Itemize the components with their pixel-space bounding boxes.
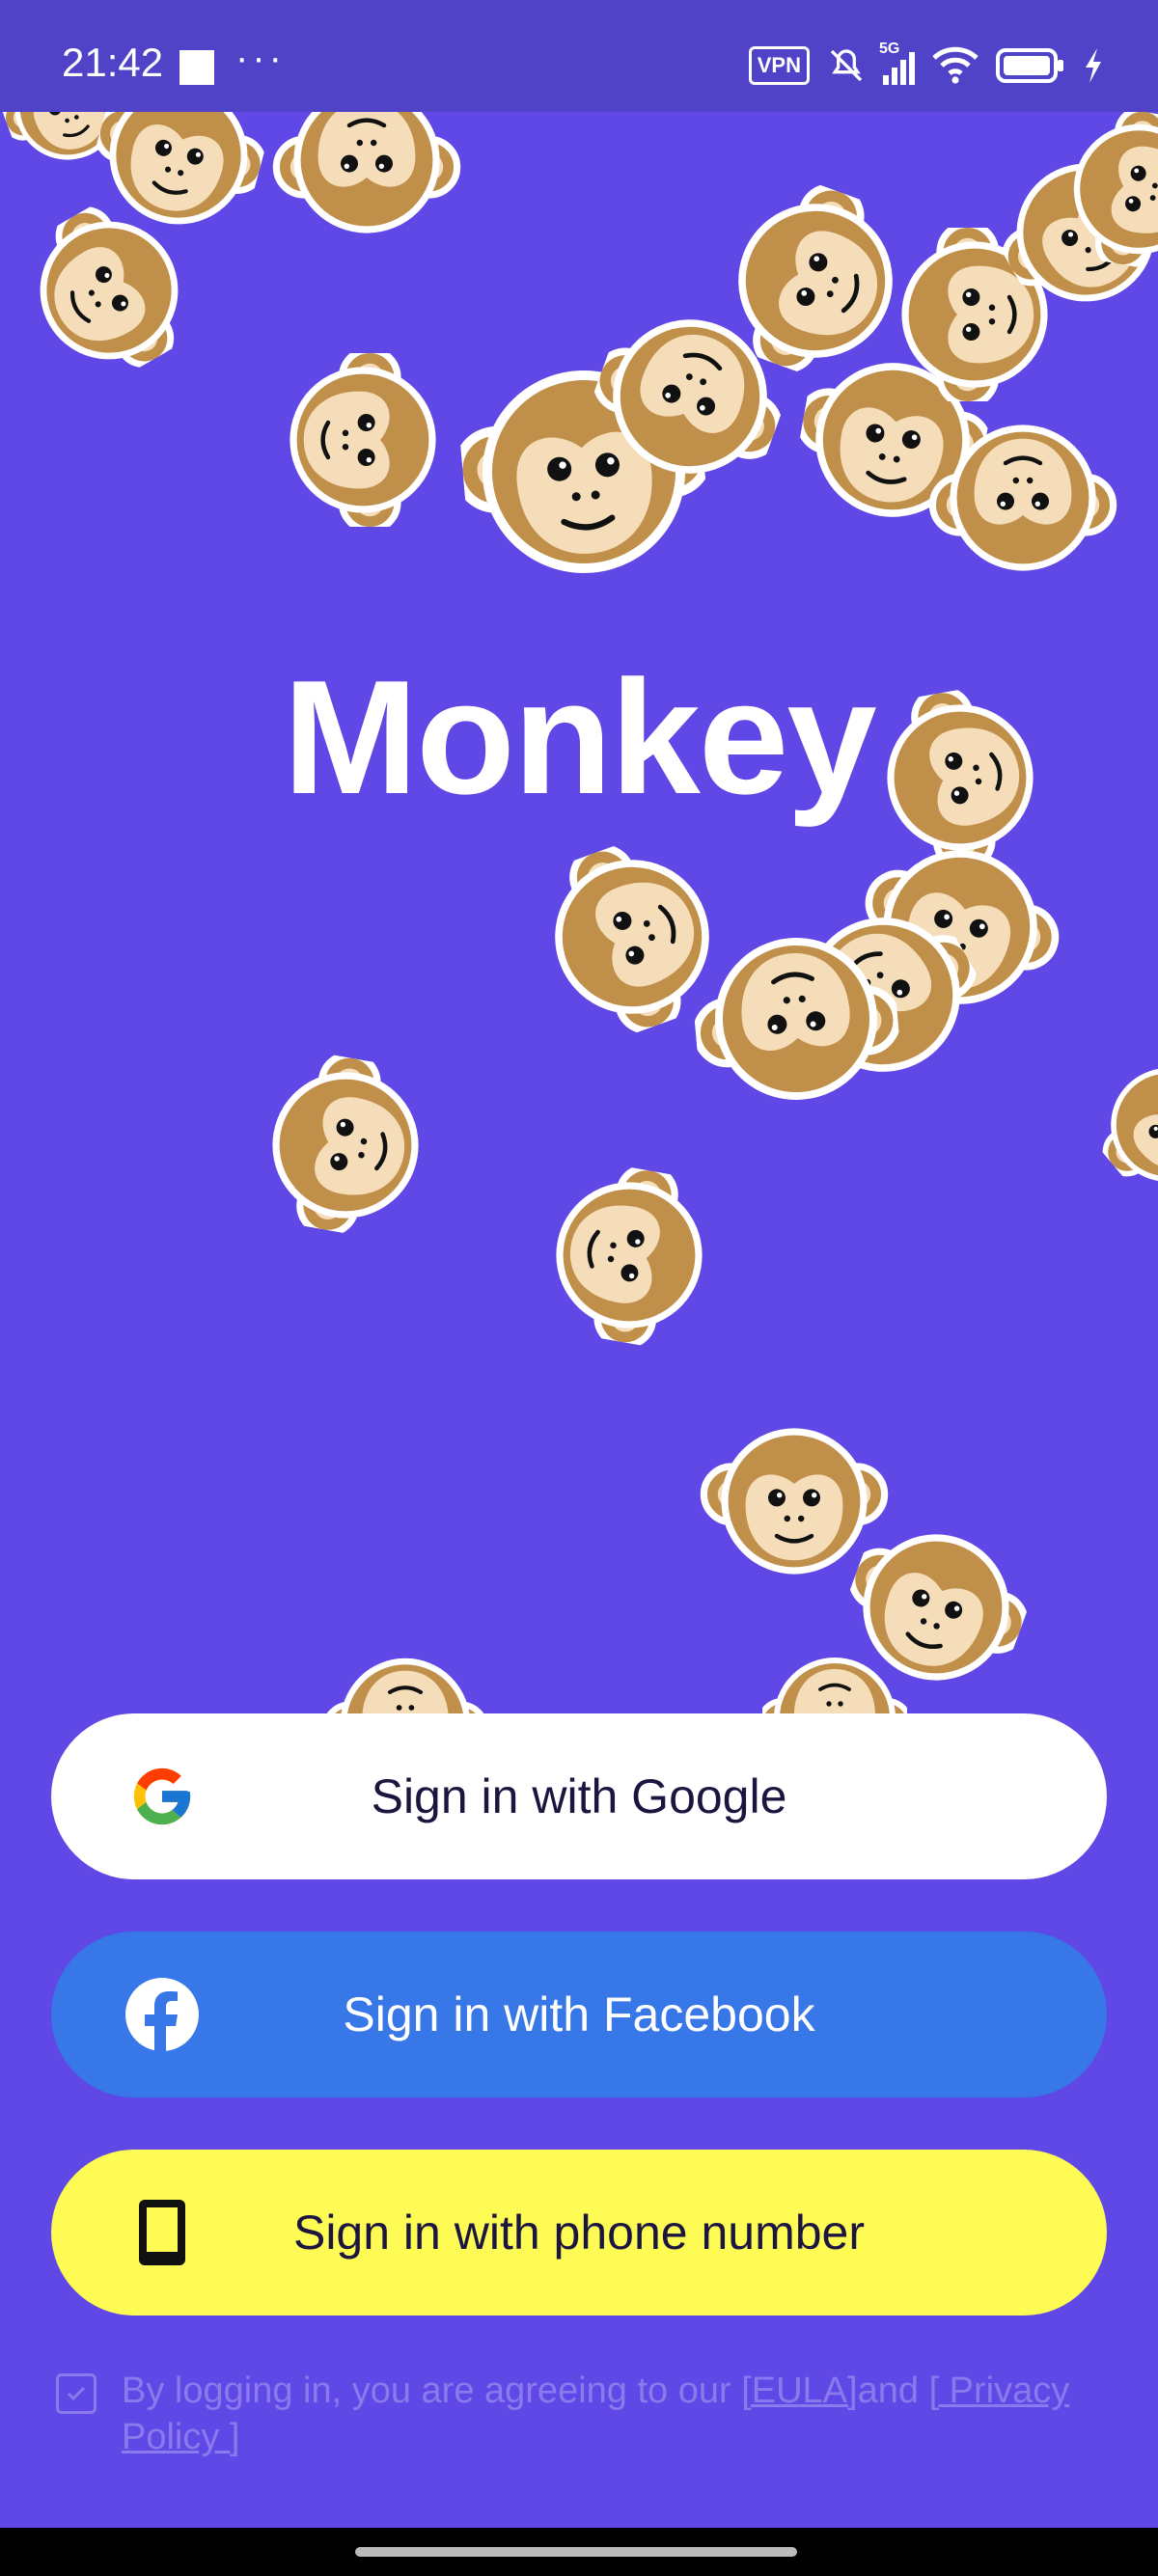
consent-middle: and bbox=[857, 2370, 929, 2411]
home-gesture-handle[interactable] bbox=[355, 2547, 797, 2557]
phone-icon bbox=[121, 2191, 204, 2274]
status-icons: VPN 5G bbox=[748, 41, 1104, 87]
consent-prefix: By logging in, you are agreeing to our bbox=[122, 2370, 742, 2411]
monkey-icon bbox=[240, 1044, 451, 1247]
eula-link[interactable]: [EULA] bbox=[741, 2370, 857, 2411]
sign-in-google-button[interactable]: Sign in with Google bbox=[51, 1713, 1107, 1879]
sign-in-phone-label: Sign in with phone number bbox=[292, 2206, 866, 2260]
wifi-icon bbox=[932, 46, 979, 84]
google-icon bbox=[121, 1755, 204, 1838]
sign-in-facebook-button[interactable]: Sign in with Facebook bbox=[51, 1932, 1107, 2097]
monkey-icon bbox=[687, 914, 906, 1124]
consent-checkbox[interactable] bbox=[56, 2373, 96, 2414]
monkey-icon bbox=[270, 112, 463, 247]
consent-text: By logging in, you are agreeing to our [… bbox=[122, 2368, 1087, 2460]
notification-square-icon bbox=[179, 50, 214, 85]
monkey-icon bbox=[762, 1646, 907, 1713]
battery-icon bbox=[996, 48, 1063, 83]
checkmark-icon bbox=[67, 2386, 86, 2401]
monkey-background bbox=[0, 112, 1158, 1713]
charging-icon bbox=[1086, 48, 1101, 83]
status-bar: 21:42 ··· VPN 5G bbox=[0, 0, 1158, 112]
monkey-icon bbox=[1049, 112, 1158, 279]
monkey-icon bbox=[318, 1646, 492, 1713]
signal-icon: 5G bbox=[879, 41, 915, 85]
status-time: 21:42 bbox=[62, 40, 164, 85]
sign-in-phone-button[interactable]: Sign in with phone number bbox=[51, 2150, 1107, 2316]
monkey-icon bbox=[926, 411, 1119, 585]
sign-in-google-label: Sign in with Google bbox=[371, 1769, 787, 1823]
monkey-icon bbox=[1066, 1023, 1158, 1228]
network-label: 5G bbox=[879, 41, 900, 57]
silent-bell-icon bbox=[830, 49, 863, 82]
app-title: Monkey bbox=[283, 646, 877, 828]
more-notifications-icon: ··· bbox=[235, 37, 286, 79]
monkey-icon bbox=[524, 1154, 734, 1357]
sign-in-facebook-label: Sign in with Facebook bbox=[343, 1987, 815, 2042]
facebook-icon bbox=[121, 1973, 204, 2056]
vpn-badge: VPN bbox=[748, 46, 810, 85]
monkey-icon bbox=[276, 353, 450, 527]
system-nav-bar bbox=[0, 2528, 1158, 2576]
